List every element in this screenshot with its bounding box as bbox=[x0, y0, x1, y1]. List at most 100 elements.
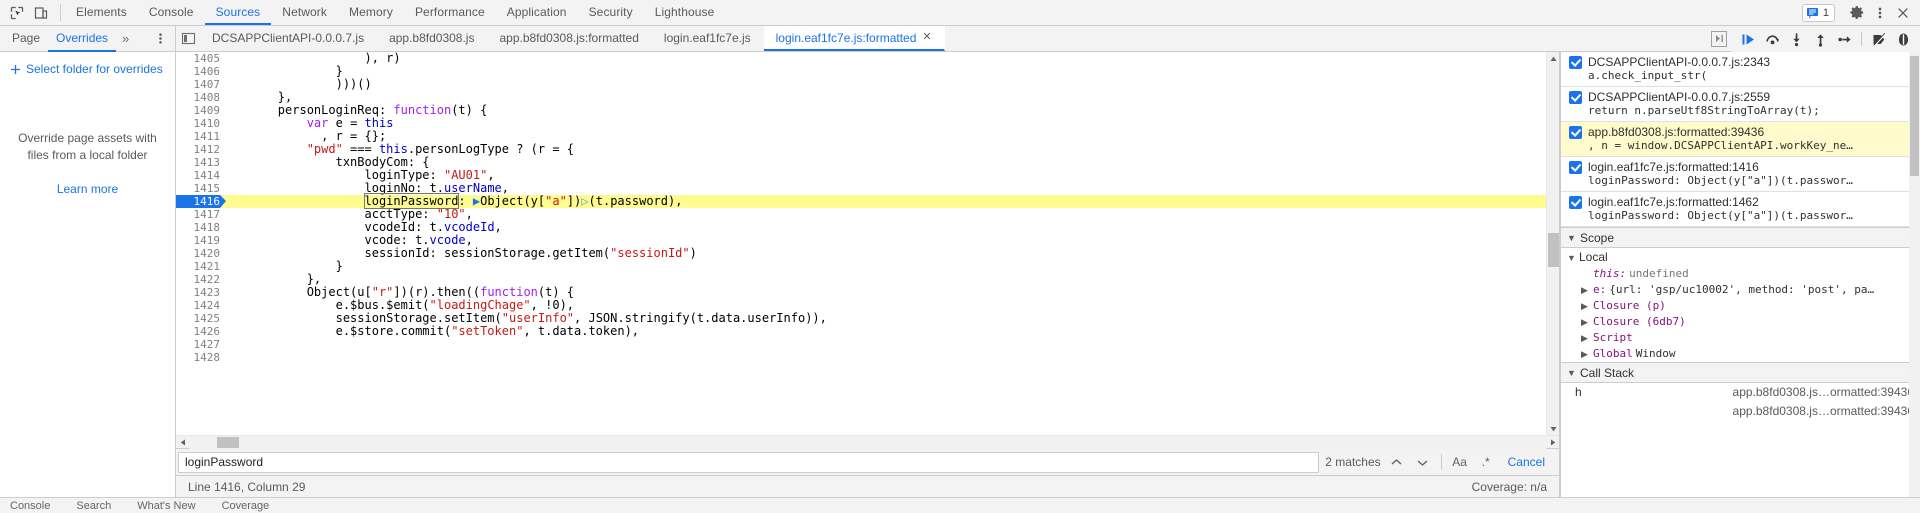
triangle-right-icon[interactable]: ▶ bbox=[1581, 298, 1590, 314]
line-number[interactable]: 1422 bbox=[176, 273, 220, 286]
line-number[interactable]: 1409 bbox=[176, 104, 220, 117]
line-number[interactable]: 1405 bbox=[176, 52, 220, 65]
scope-variable-row[interactable]: ▶ e: {url: 'gsp/uc10002', method: 'post',… bbox=[1567, 282, 1920, 298]
triangle-right-icon[interactable]: ▶ bbox=[1581, 330, 1590, 346]
breakpoint-checkbox[interactable] bbox=[1569, 91, 1582, 104]
breakpoint-checkbox[interactable] bbox=[1569, 196, 1582, 209]
tab-lighthouse[interactable]: Lighthouse bbox=[644, 0, 726, 25]
search-input[interactable] bbox=[178, 451, 1320, 473]
tab-network[interactable]: Network bbox=[271, 0, 338, 25]
line-number[interactable]: 1406 bbox=[176, 65, 220, 78]
find-next-icon[interactable] bbox=[1413, 452, 1433, 472]
scope-local-header[interactable]: ▼ Local bbox=[1567, 249, 1920, 266]
code-line[interactable]: 1405 ), r) bbox=[176, 52, 1546, 65]
code-line[interactable]: 1407 )))() bbox=[176, 78, 1546, 91]
line-number[interactable]: 1427 bbox=[176, 338, 220, 351]
code-line-content[interactable]: personLoginReq: function(t) { bbox=[220, 104, 1546, 117]
sidebar-scroll-thumb[interactable] bbox=[1910, 56, 1919, 176]
tab-performance[interactable]: Performance bbox=[404, 0, 496, 25]
sidebar-vertical-scrollbar[interactable] bbox=[1909, 52, 1920, 497]
editor-tab-dcsappclientapi[interactable]: DCSAPPClientAPI-0.0.0.7.js bbox=[200, 26, 377, 51]
line-number[interactable]: 1414 bbox=[176, 169, 220, 182]
breakpoint-checkbox[interactable] bbox=[1569, 56, 1582, 69]
scope-section-header[interactable]: ▼ Scope bbox=[1561, 227, 1920, 248]
editor-hscroll-track[interactable] bbox=[189, 435, 1546, 449]
breakpoint-checkbox[interactable] bbox=[1569, 126, 1582, 139]
show-navigator-icon[interactable] bbox=[176, 26, 200, 51]
scroll-left-icon[interactable] bbox=[176, 435, 189, 449]
line-number[interactable]: 1428 bbox=[176, 351, 220, 364]
line-number[interactable]: 1417 bbox=[176, 208, 220, 221]
cancel-button[interactable]: Cancel bbox=[1502, 455, 1551, 469]
tab-sources[interactable]: Sources bbox=[204, 0, 272, 25]
navigator-more-options-icon[interactable] bbox=[146, 32, 175, 45]
code-line[interactable]: 1426 e.$store.commit("setToken", t.data.… bbox=[176, 325, 1546, 338]
scroll-right-icon[interactable] bbox=[1546, 435, 1559, 449]
line-number[interactable]: 1421 bbox=[176, 260, 220, 273]
scope-variable-row[interactable]: ▶ Global Window bbox=[1567, 346, 1920, 362]
line-number[interactable]: 1410 bbox=[176, 117, 220, 130]
code-line-content[interactable] bbox=[220, 351, 1546, 364]
breakpoint-item[interactable]: login.eaf1fc7e.js:formatted:1416 loginPas… bbox=[1561, 157, 1920, 192]
learn-more-link[interactable]: Learn more bbox=[0, 182, 175, 196]
more-vertical-icon[interactable] bbox=[1869, 2, 1891, 24]
code-viewer[interactable]: 1405 ), r) 1406 } 1407 )))() 1408 }, 1409 pe… bbox=[176, 52, 1559, 435]
close-tab-icon[interactable]: ✕ bbox=[922, 32, 931, 43]
code-scroll-area[interactable]: 1405 ), r) 1406 } 1407 )))() 1408 }, 1409 pe… bbox=[176, 52, 1546, 435]
gear-icon[interactable] bbox=[1846, 2, 1868, 24]
match-case-toggle[interactable]: Aa bbox=[1450, 452, 1470, 472]
find-previous-icon[interactable] bbox=[1387, 452, 1407, 472]
drawer-tab[interactable]: Coverage bbox=[222, 500, 270, 512]
code-line[interactable]: 1421 } bbox=[176, 260, 1546, 273]
step-icon[interactable] bbox=[1833, 28, 1855, 50]
line-number[interactable]: 1418 bbox=[176, 221, 220, 234]
editor-tab-login-js-formatted[interactable]: login.eaf1fc7e.js:formatted ✕ bbox=[763, 26, 945, 51]
code-line-content[interactable]: } bbox=[220, 65, 1546, 78]
close-icon[interactable] bbox=[1892, 2, 1914, 24]
select-folder-for-overrides-button[interactable]: Select folder for overrides bbox=[0, 58, 175, 80]
tab-memory[interactable]: Memory bbox=[338, 0, 404, 25]
line-number[interactable]: 1426 bbox=[176, 325, 220, 338]
line-number[interactable]: 1416 bbox=[176, 195, 226, 208]
tab-console[interactable]: Console bbox=[138, 0, 205, 25]
editor-scroll-track[interactable] bbox=[1546, 65, 1559, 422]
deactivate-breakpoints-icon[interactable] bbox=[1868, 28, 1890, 50]
call-stack-frame[interactable]: h app.b8fd0308.js…ormatted:39436 bbox=[1561, 383, 1920, 402]
inspect-element-icon[interactable] bbox=[6, 2, 28, 24]
step-into-next-function-call-icon[interactable] bbox=[1785, 28, 1807, 50]
device-toolbar-icon[interactable] bbox=[30, 2, 52, 24]
message-count-badge[interactable]: 1 bbox=[1801, 3, 1835, 22]
breakpoint-item[interactable]: login.eaf1fc7e.js:formatted:1462 loginPas… bbox=[1561, 192, 1920, 227]
scroll-up-icon[interactable] bbox=[1546, 52, 1559, 65]
line-number[interactable]: 1407 bbox=[176, 78, 220, 91]
line-number[interactable]: 1423 bbox=[176, 286, 220, 299]
line-number[interactable]: 1415 bbox=[176, 182, 220, 195]
breakpoint-item[interactable]: app.b8fd0308.js:formatted:39436, n = win… bbox=[1561, 122, 1920, 157]
breakpoint-item[interactable]: DCSAPPClientAPI-0.0.0.7.js:2343 a.check_i… bbox=[1561, 52, 1920, 87]
code-line-content[interactable] bbox=[220, 338, 1546, 351]
code-line[interactable]: 1427 bbox=[176, 338, 1546, 351]
line-number[interactable]: 1419 bbox=[176, 234, 220, 247]
scope-variable-row[interactable]: this: undefined bbox=[1567, 266, 1920, 282]
code-line-content[interactable]: var e = this bbox=[220, 117, 1546, 130]
triangle-right-icon[interactable]: ▶ bbox=[1581, 282, 1590, 298]
tab-application[interactable]: Application bbox=[496, 0, 578, 25]
code-line[interactable]: 1428 bbox=[176, 351, 1546, 364]
code-line-content[interactable]: sessionId: sessionStorage.getItem("sessi… bbox=[220, 247, 1546, 260]
line-number[interactable]: 1424 bbox=[176, 299, 220, 312]
line-number[interactable]: 1408 bbox=[176, 91, 220, 104]
editor-scroll-thumb[interactable] bbox=[1547, 233, 1559, 267]
line-number[interactable]: 1420 bbox=[176, 247, 220, 260]
drawer-tab[interactable]: Console bbox=[10, 500, 50, 512]
scope-variable-row[interactable]: ▶ Closure (p) bbox=[1567, 298, 1920, 314]
code-line-content[interactable]: e.$store.commit("setToken", t.data.token… bbox=[220, 325, 1546, 338]
triangle-right-icon[interactable]: ▶ bbox=[1581, 314, 1590, 330]
step-over-next-function-call-icon[interactable] bbox=[1761, 28, 1783, 50]
drawer-tab[interactable]: Search bbox=[76, 500, 111, 512]
use-regex-toggle[interactable]: .* bbox=[1476, 452, 1496, 472]
editor-vertical-scrollbar[interactable] bbox=[1546, 52, 1559, 435]
call-stack-frame[interactable]: app.b8fd0308.js…ormatted:39436 bbox=[1561, 402, 1920, 421]
drawer-tab[interactable]: What's New bbox=[137, 500, 195, 512]
editor-tab-login-js[interactable]: login.eaf1fc7e.js bbox=[652, 26, 764, 51]
more-tabs-icon[interactable]: » bbox=[116, 31, 135, 46]
